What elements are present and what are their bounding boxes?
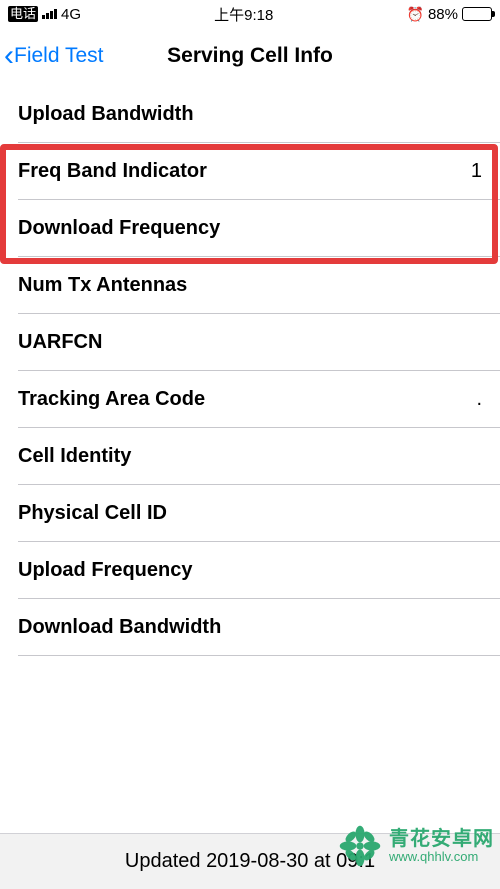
row-label: Tracking Area Code bbox=[18, 388, 205, 411]
table-row[interactable]: UARFCN bbox=[0, 314, 500, 371]
watermark: 青花安卓网 www.qhhlv.com bbox=[337, 823, 494, 869]
alarm-icon: ⏰ bbox=[407, 6, 424, 23]
table-row[interactable]: Download Bandwidth bbox=[0, 599, 500, 656]
status-left: 电话 4G bbox=[8, 6, 81, 23]
row-label: Physical Cell ID bbox=[18, 502, 167, 525]
status-right: ⏰ 88% bbox=[407, 6, 492, 23]
flower-icon bbox=[337, 823, 383, 869]
page-title: Serving Cell Info bbox=[167, 44, 333, 68]
table-row[interactable]: Upload Frequency bbox=[0, 542, 500, 599]
network-type: 4G bbox=[61, 6, 81, 23]
row-label: Upload Frequency bbox=[18, 559, 192, 582]
back-button[interactable]: ‹ Field Test bbox=[0, 41, 104, 71]
row-label: UARFCN bbox=[18, 331, 102, 354]
table-row[interactable]: Freq Band Indicator 1 bbox=[0, 143, 500, 200]
status-bar: 电话 4G 上午9:18 ⏰ 88% bbox=[0, 0, 500, 28]
table-row[interactable]: Physical Cell ID bbox=[0, 485, 500, 542]
status-time: 上午9:18 bbox=[214, 4, 273, 25]
row-value: 1 bbox=[471, 160, 482, 183]
row-label: Freq Band Indicator bbox=[18, 160, 207, 183]
row-label: Cell Identity bbox=[18, 445, 131, 468]
carrier-badge: 电话 bbox=[8, 6, 38, 22]
watermark-text: 青花安卓网 www.qhhlv.com bbox=[389, 828, 494, 864]
battery-icon bbox=[462, 7, 492, 21]
navigation-bar: ‹ Field Test Serving Cell Info bbox=[0, 28, 500, 84]
watermark-name: 青花安卓网 bbox=[389, 828, 494, 850]
battery-percent: 88% bbox=[428, 6, 458, 23]
table-row[interactable]: Tracking Area Code . bbox=[0, 371, 500, 428]
row-label: Num Tx Antennas bbox=[18, 274, 187, 297]
back-label: Field Test bbox=[14, 44, 104, 68]
chevron-left-icon: ‹ bbox=[4, 41, 14, 71]
signal-icon bbox=[42, 9, 57, 19]
table-row[interactable]: Upload Bandwidth bbox=[0, 86, 500, 143]
table-row[interactable]: Cell Identity bbox=[0, 428, 500, 485]
row-label: Download Frequency bbox=[18, 217, 220, 240]
table-view: Upload Bandwidth Freq Band Indicator 1 D… bbox=[0, 84, 500, 656]
table-row[interactable]: Num Tx Antennas bbox=[0, 257, 500, 314]
row-label: Upload Bandwidth bbox=[18, 103, 194, 126]
row-label: Download Bandwidth bbox=[18, 616, 221, 639]
row-value: . bbox=[476, 388, 482, 411]
table-row[interactable]: Download Frequency bbox=[0, 200, 500, 257]
watermark-url: www.qhhlv.com bbox=[389, 850, 494, 864]
